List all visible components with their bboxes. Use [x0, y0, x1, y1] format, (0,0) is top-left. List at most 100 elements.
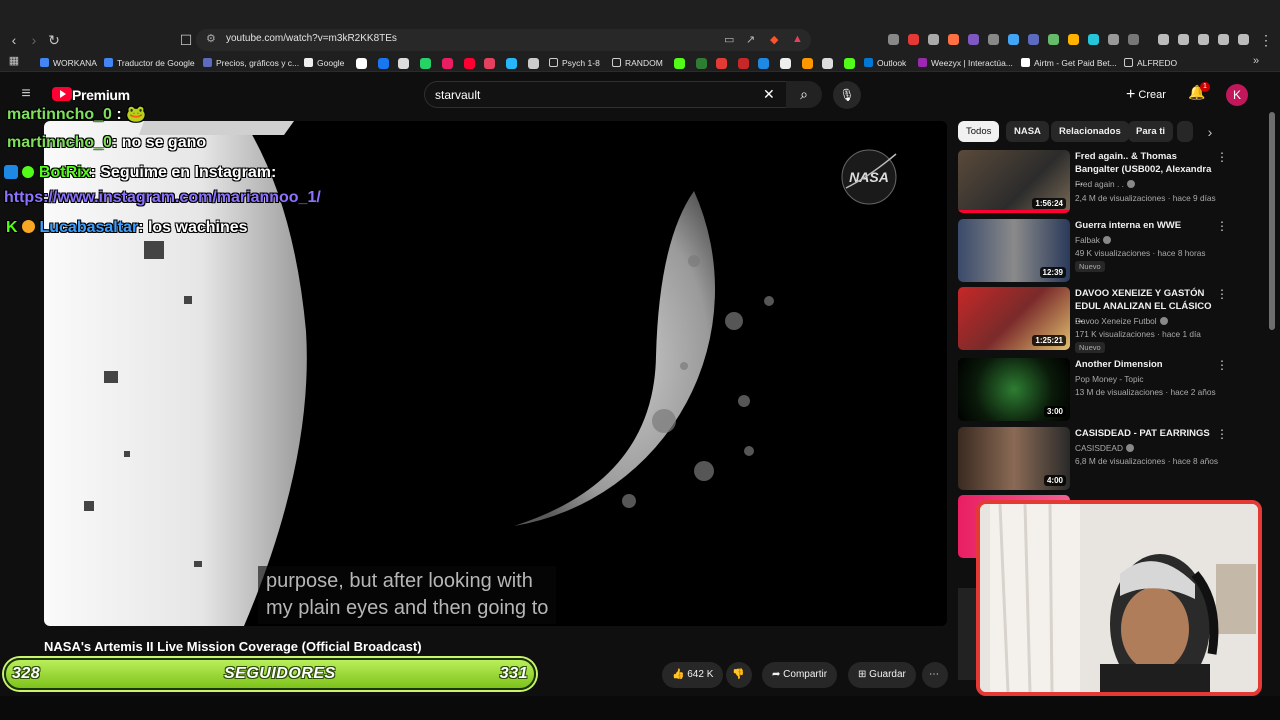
bookmark-icon[interactable] — [506, 58, 517, 69]
channel-name[interactable]: Falbak — [1075, 235, 1111, 245]
more-bookmarks-icon[interactable]: » — [1246, 51, 1266, 71]
video-title[interactable]: CASISDEAD - PAT EARRINGS — [1075, 427, 1215, 440]
extension-icon[interactable] — [1068, 34, 1079, 45]
more-actions-button[interactable]: ⋯ — [922, 662, 948, 688]
chevron-right-icon[interactable]: › — [1200, 122, 1220, 142]
share-page-icon[interactable]: ↗ — [746, 33, 755, 46]
avatar[interactable]: K — [1226, 84, 1248, 106]
hamburger-menu-icon[interactable]: ≡ — [16, 84, 36, 104]
channel-name[interactable]: Davoo Xeneize Futbol — [1075, 316, 1168, 326]
thumbnail[interactable]: 3:00 — [958, 358, 1070, 421]
thumbnail[interactable]: 1:56:24 — [958, 150, 1070, 213]
search-button[interactable]: ⌕ — [786, 81, 822, 108]
bookmark-icon[interactable] — [822, 58, 833, 69]
kick-icon[interactable] — [674, 58, 685, 69]
reload-icon[interactable]: ↻ — [44, 30, 64, 50]
brand-label[interactable]: Premium — [72, 87, 130, 103]
channel-name[interactable]: CASISDEAD — [1075, 443, 1134, 453]
voice-search-button[interactable]: 🎙 — [833, 81, 861, 109]
sidebar-icon[interactable] — [1178, 34, 1189, 45]
bookmark-icon[interactable] — [528, 58, 539, 69]
bookmark-icon[interactable]: ☐ — [176, 30, 196, 50]
scrollbar-thumb[interactable] — [1269, 112, 1275, 330]
bookmark-item[interactable]: Outlook — [864, 57, 906, 70]
notifications-bell-icon[interactable]: 🔔 1 — [1188, 82, 1210, 106]
bookmark-icon[interactable] — [802, 58, 813, 69]
save-button[interactable]: ⊞ Guardar — [848, 662, 916, 688]
bookmark-folder[interactable]: ALFREDO — [1124, 57, 1177, 70]
bookmark-item[interactable]: Traductor de Google — [104, 57, 195, 70]
bookmark-icon[interactable] — [696, 58, 707, 69]
kebab-menu-icon[interactable]: ⋮ — [1216, 427, 1228, 441]
recommended-video[interactable]: 4:00 CASISDEAD - PAT EARRINGS CASISDEAD … — [958, 427, 1248, 491]
bookmark-icon[interactable] — [738, 58, 749, 69]
apps-icon[interactable]: ▦ — [4, 51, 24, 71]
wallet-icon[interactable] — [1198, 34, 1209, 45]
kebab-menu-icon[interactable]: ⋮ — [1216, 219, 1228, 233]
bookmark-icon[interactable] — [758, 58, 769, 69]
thumbnail[interactable]: 12:39 — [958, 219, 1070, 282]
extension-icon[interactable] — [988, 34, 999, 45]
back-icon[interactable]: ‹ — [4, 30, 24, 50]
vpn-icon[interactable] — [1238, 34, 1249, 45]
tiktok-icon[interactable] — [356, 58, 367, 69]
chip-for-you[interactable]: Para ti — [1128, 121, 1174, 142]
x-icon[interactable] — [398, 58, 409, 69]
forward-icon[interactable]: › — [24, 30, 44, 50]
youtube-icon[interactable] — [464, 58, 475, 69]
chip-more[interactable] — [1177, 121, 1193, 142]
create-button[interactable]: + Crear — [1126, 85, 1166, 105]
extension-icon[interactable] — [1088, 34, 1099, 45]
kebab-menu-icon[interactable]: ⋮ — [1216, 150, 1228, 164]
extension-icon[interactable] — [1048, 34, 1059, 45]
extension-icon[interactable] — [888, 34, 899, 45]
extension-icon[interactable] — [968, 34, 979, 45]
recommended-video[interactable]: 1:25:21 DAVOO XENEIZE Y GASTÓN EDUL ANAL… — [958, 287, 1248, 353]
bookmark-icon[interactable] — [716, 58, 727, 69]
chip-nasa[interactable]: NASA — [1006, 121, 1049, 142]
menu-icon[interactable]: ⋮ — [1256, 30, 1276, 50]
leo-icon[interactable] — [1218, 34, 1229, 45]
extension-icon[interactable] — [1008, 34, 1019, 45]
like-button[interactable]: 👍 642 K — [662, 662, 724, 688]
bookmark-item[interactable]: WORKANA — [40, 57, 97, 70]
site-info-icon[interactable]: ⚙ — [206, 32, 216, 45]
thumbnail[interactable]: 4:00 — [958, 427, 1070, 490]
channel-name[interactable]: Fred again . . — [1075, 179, 1135, 189]
brave-shield-icon[interactable]: ◆ — [770, 33, 778, 46]
clear-search-icon[interactable]: ✕ — [763, 86, 775, 103]
chip-related[interactable]: Relacionados — [1051, 121, 1129, 142]
video-title[interactable]: Guerra interna en WWE — [1075, 219, 1215, 232]
scrollbar[interactable] — [1268, 112, 1276, 692]
recommended-video[interactable]: 1:56:24 Fred again.. & Thomas Bangalter … — [958, 150, 1248, 214]
bookmark-icon[interactable] — [442, 58, 453, 69]
recommended-video[interactable]: 12:39 Guerra interna en WWE Falbak 49 K … — [958, 219, 1248, 283]
bookmark-icon[interactable] — [844, 58, 855, 69]
extension-icon[interactable] — [908, 34, 919, 45]
youtube-logo-icon[interactable] — [52, 87, 72, 101]
media-icon[interactable] — [1158, 34, 1169, 45]
bookmark-folder[interactable]: RANDOM — [612, 57, 663, 70]
bookmark-folder[interactable]: Psych 1-8 — [549, 57, 600, 70]
video-title[interactable]: Another Dimension — [1075, 358, 1215, 371]
thumbnail[interactable]: 1:25:21 — [958, 287, 1070, 350]
bookmark-item[interactable]: Google — [304, 57, 344, 70]
channel-name[interactable]: Pop Money - Topic — [1075, 374, 1144, 384]
share-button[interactable]: ➦ Compartir — [762, 662, 838, 688]
extension-icon[interactable] — [1128, 34, 1139, 45]
extension-icon[interactable] — [928, 34, 939, 45]
dislike-button[interactable]: 👎 — [726, 662, 752, 688]
bookmark-item[interactable]: Weezyx | Interactúa... — [918, 57, 1013, 70]
extension-icon[interactable] — [948, 34, 959, 45]
extension-icon[interactable] — [1028, 34, 1039, 45]
instagram-icon[interactable] — [484, 58, 495, 69]
rewards-icon[interactable]: ▲ — [792, 33, 803, 45]
extensions-puzzle-icon[interactable] — [1108, 34, 1119, 45]
whatsapp-icon[interactable] — [420, 58, 431, 69]
kebab-menu-icon[interactable]: ⋮ — [1216, 287, 1228, 301]
facebook-icon[interactable] — [378, 58, 389, 69]
search-input[interactable]: starvault ✕ — [424, 81, 788, 108]
kebab-menu-icon[interactable]: ⋮ — [1216, 358, 1228, 372]
bookmark-item[interactable]: Airtm - Get Paid Bet... — [1021, 57, 1117, 70]
chip-all[interactable]: Todos — [958, 121, 1000, 142]
